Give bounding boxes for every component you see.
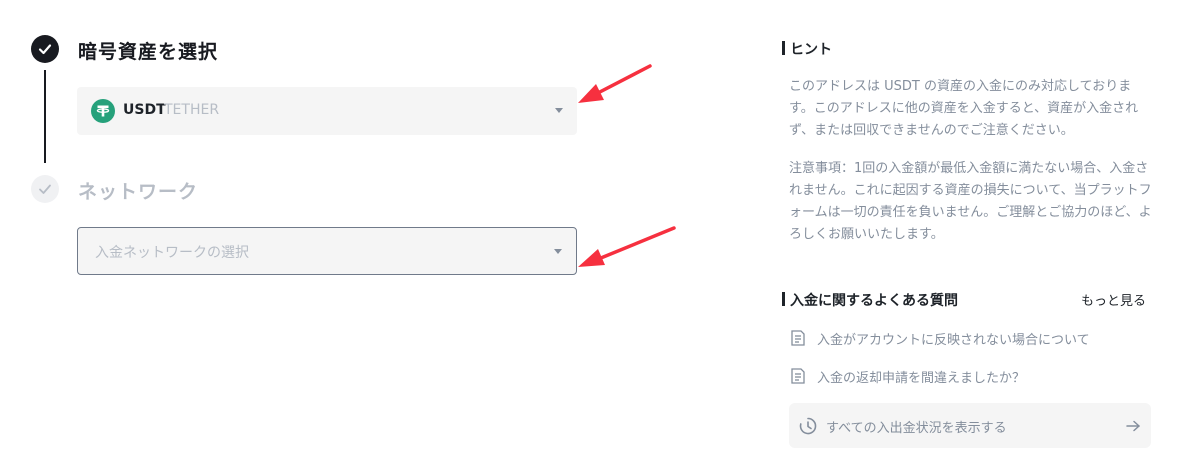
step1-title: 暗号資産を選択 [78, 41, 219, 63]
coin-symbol: USDT [123, 102, 166, 118]
step2-title: ネットワーク [78, 181, 199, 203]
faq-item-label: 入金がアカウントに反映されない場合について [817, 332, 1090, 348]
hint-title: ヒント [782, 39, 832, 59]
document-icon [791, 330, 805, 346]
step2-check-icon [31, 175, 59, 203]
chevron-down-icon [554, 249, 562, 254]
faq-item[interactable]: 入金がアカウントに反映されない場合について [789, 327, 1090, 349]
network-select-placeholder: 入金ネットワークの選択 [95, 245, 249, 261]
view-history-label: すべての入出金状況を表示する [826, 421, 1007, 436]
history-icon [799, 417, 817, 435]
step-connector-line [44, 70, 46, 163]
faq-more-link[interactable]: もっと見る [1081, 290, 1146, 309]
view-history-button[interactable]: すべての入出金状況を表示する [789, 403, 1151, 448]
faq-item-label: 入金の返却申請を間違えましたか？ [817, 370, 1026, 386]
annotation-arrow-icon [578, 64, 652, 103]
faq-item[interactable]: 入金の返却申請を間違えましたか？ [789, 365, 1025, 387]
coin-select[interactable]: USDT TETHER [77, 87, 577, 135]
step1-check-icon [31, 35, 59, 63]
hint-paragraph: 注意事項：1回の入金額が最低入金額に満たない場合、入金されません。これに起因する… [789, 161, 1152, 242]
chevron-down-icon [555, 108, 563, 113]
annotation-arrow-icon [578, 226, 676, 267]
network-select[interactable]: 入金ネットワークの選択 [77, 227, 577, 275]
coin-name: TETHER [164, 102, 220, 118]
arrow-right-icon [1126, 420, 1140, 432]
document-icon [791, 368, 805, 384]
hint-paragraph: このアドレスは USDT の資産の入金にのみ対応しております。このアドレスに他の… [789, 79, 1139, 138]
deposit-page: 暗号資産を選択 USDT TETHER ネットワーク 入金ネットワークの選択 ヒ… [0, 0, 1179, 474]
usdt-logo-icon [91, 99, 115, 123]
faq-title: 入金に関するよくある質問 [782, 290, 958, 310]
